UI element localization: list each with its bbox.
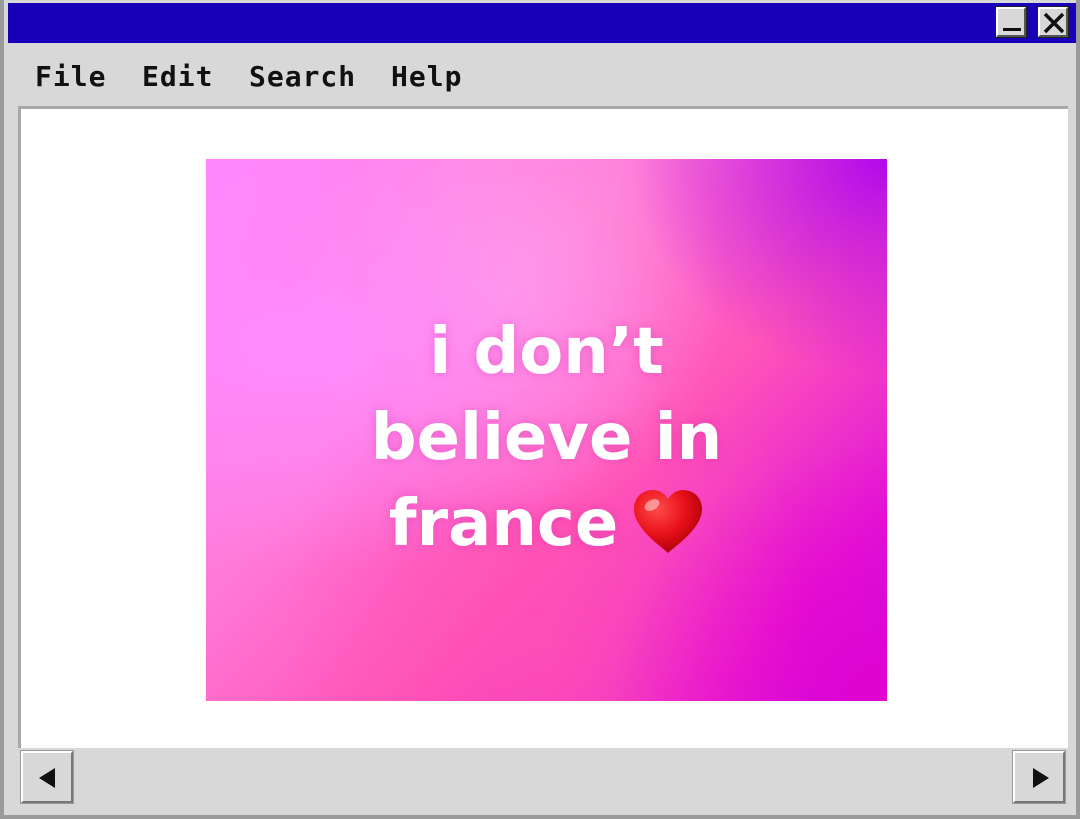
app-window: File Edit Search Help i don’t believe in…	[0, 0, 1080, 819]
meme-line-1: i don’t	[429, 315, 664, 389]
content-area: i don’t believe in france	[18, 106, 1068, 748]
meme-line-3-text: france	[388, 487, 619, 561]
scroll-right-button[interactable]	[1012, 750, 1066, 804]
meme-line-3: france	[206, 481, 887, 567]
meme-image: i don’t believe in france	[206, 159, 887, 701]
heart-icon	[634, 490, 703, 554]
arrow-left-icon	[39, 768, 55, 788]
title-bar[interactable]	[8, 3, 1076, 43]
menu-file[interactable]: File	[35, 60, 106, 93]
arrow-right-icon	[1033, 768, 1049, 788]
menu-bar: File Edit Search Help	[8, 44, 1076, 106]
minimize-icon	[1003, 28, 1021, 31]
close-button[interactable]	[1037, 6, 1069, 38]
menu-search[interactable]: Search	[249, 60, 356, 93]
menu-edit[interactable]: Edit	[142, 60, 213, 93]
meme-caption: i don’t believe in france	[206, 309, 887, 567]
minimize-button[interactable]	[995, 6, 1027, 38]
scroll-left-button[interactable]	[20, 750, 74, 804]
horizontal-scrollbar[interactable]	[18, 748, 1068, 806]
meme-line-2: believe in	[370, 401, 723, 475]
close-icon	[1043, 12, 1065, 34]
menu-help[interactable]: Help	[391, 60, 462, 93]
